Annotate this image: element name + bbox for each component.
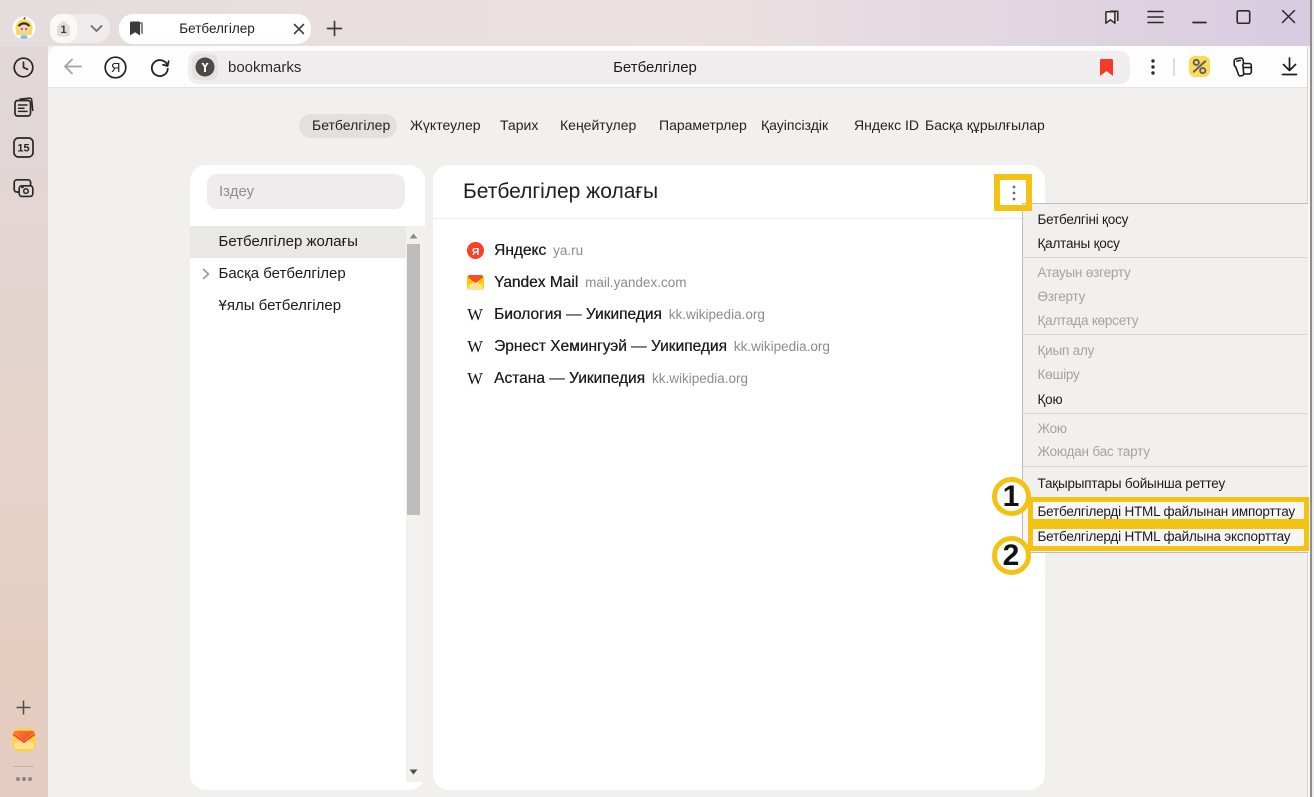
- svg-text:Я: Я: [111, 60, 120, 75]
- svg-text:1: 1: [60, 24, 66, 36]
- svg-text:Я: Я: [471, 246, 479, 258]
- svg-text:15: 15: [17, 143, 29, 155]
